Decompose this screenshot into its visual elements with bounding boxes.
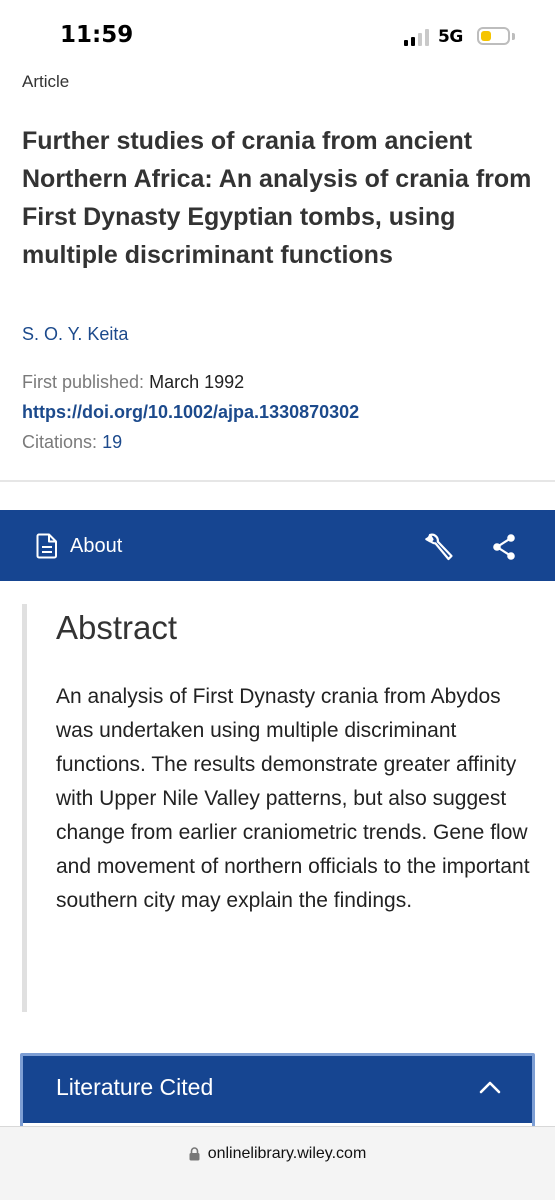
status-time: 11:59 <box>60 22 134 48</box>
share-icon <box>493 534 515 560</box>
abstract-border <box>22 604 27 1012</box>
section-divider <box>0 480 555 482</box>
cellular-signal-icon <box>404 29 430 46</box>
signal-bar <box>425 29 429 46</box>
network-type: 5G <box>438 27 463 47</box>
doi-row: https://doi.org/10.1002/ajpa.1330870302 <box>22 402 359 423</box>
abstract-heading: Abstract <box>56 609 178 646</box>
signal-bar <box>404 40 408 46</box>
first-published: First published: March 1992 <box>22 372 244 393</box>
first-published-value: March 1992 <box>149 372 245 392</box>
citations-label: Citations: <box>22 432 98 452</box>
document-icon <box>36 533 57 559</box>
signal-bar <box>411 37 415 46</box>
tools-button[interactable] <box>424 532 454 562</box>
battery-icon <box>477 27 510 45</box>
chevron-up-icon <box>479 1081 501 1094</box>
about-tab[interactable]: About <box>36 532 122 560</box>
lock-icon <box>189 1147 200 1161</box>
battery-fill <box>481 31 491 41</box>
status-bar: 11:59 5G <box>0 0 555 70</box>
abstract-text: An analysis of First Dynasty crania from… <box>56 685 530 912</box>
wrench-icon <box>425 533 453 561</box>
url-field[interactable]: onlinelibrary.wiley.com <box>0 1145 555 1163</box>
literature-cited-toggle[interactable]: Literature Cited <box>23 1056 532 1123</box>
battery-tip <box>512 33 515 40</box>
doi-link[interactable]: https://doi.org/10.1002/ajpa.1330870302 <box>22 402 359 422</box>
citations-count-link[interactable]: 19 <box>102 432 122 452</box>
article-toolbar: About <box>0 510 555 581</box>
url-text: onlinelibrary.wiley.com <box>207 1145 367 1162</box>
article-title: Further studies of crania from ancient N… <box>22 127 532 269</box>
signal-bar <box>418 33 422 46</box>
literature-cited-label: Literature Cited <box>56 1074 214 1100</box>
browser-address-bar: onlinelibrary.wiley.com <box>0 1126 555 1200</box>
about-label: About <box>70 534 123 557</box>
first-published-label: First published: <box>22 372 145 392</box>
citations: Citations: 19 <box>22 432 122 453</box>
page: 11:59 5G Article Further studies of cran… <box>0 0 555 1200</box>
share-button[interactable] <box>490 532 520 562</box>
article-type: Article <box>22 72 70 91</box>
author-link[interactable]: S. O. Y. Keita <box>22 324 128 345</box>
